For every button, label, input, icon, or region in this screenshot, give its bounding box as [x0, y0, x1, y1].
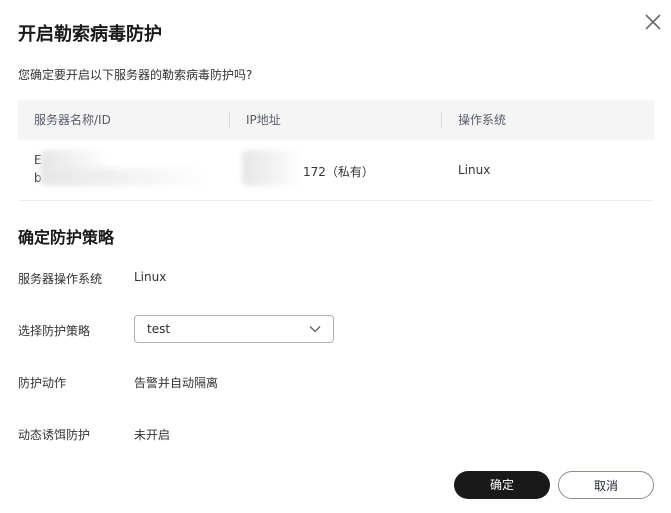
- server-table: 服务器名称/ID IP地址 操作系统 E b 172（私有） Linux: [18, 100, 654, 201]
- ip-address: 172（私有）: [303, 165, 374, 179]
- os-cell: Linux: [458, 163, 491, 177]
- section-title: 确定防护策略: [18, 228, 115, 247]
- column-separator: [229, 112, 230, 128]
- honeypot-label: 动态诱饵防护: [18, 428, 91, 442]
- confirm-button[interactable]: 确定: [454, 471, 550, 499]
- column-header-os: 操作系统: [458, 113, 507, 127]
- column-header-server-name: 服务器名称/ID: [34, 113, 111, 127]
- strategy-select-value: test: [147, 322, 171, 336]
- column-header-ip: IP地址: [246, 113, 281, 127]
- strategy-label: 选择防护策略: [18, 324, 91, 338]
- action-label: 防护动作: [18, 376, 67, 390]
- cancel-button[interactable]: 取消: [558, 471, 654, 499]
- redacted-ip-prefix: [242, 150, 304, 186]
- dialog-title: 开启勒索病毒防护: [18, 24, 162, 45]
- strategy-select[interactable]: test: [134, 315, 334, 343]
- chevron-down-icon: [309, 326, 321, 333]
- os-label: 服务器操作系统: [18, 272, 103, 286]
- os-value: Linux: [134, 270, 167, 284]
- table-header: 服务器名称/ID IP地址 操作系统: [18, 100, 654, 140]
- honeypot-value: 未开启: [134, 428, 171, 442]
- column-separator: [441, 112, 442, 128]
- table-row: E b 172（私有） Linux: [18, 140, 654, 201]
- action-value: 告警并自动隔离: [134, 376, 219, 390]
- dialog-subtitle: 您确定要开启以下服务器的勒索病毒防护吗?: [18, 68, 253, 82]
- redacted-server-id: [40, 168, 210, 186]
- close-icon[interactable]: [643, 12, 663, 32]
